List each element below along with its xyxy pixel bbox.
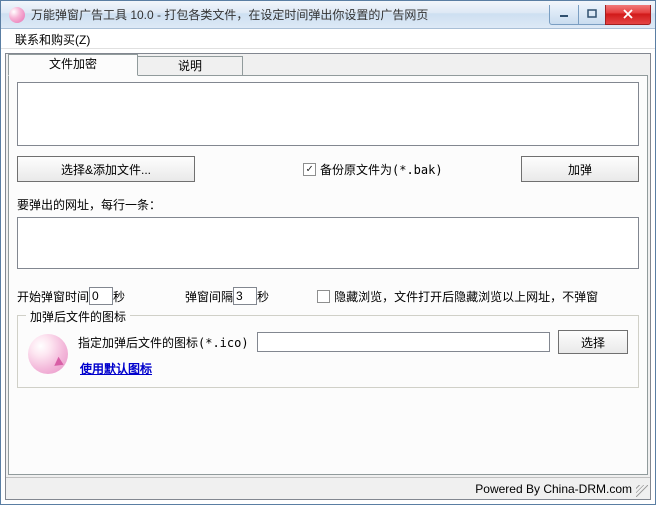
- app-icon: [9, 7, 25, 23]
- choose-icon-button[interactable]: 选择: [558, 330, 628, 354]
- status-text: Powered By China-DRM.com: [475, 482, 632, 496]
- use-default-icon-link[interactable]: 使用默认图标: [80, 360, 628, 377]
- status-bar: Powered By China-DRM.com: [6, 477, 650, 499]
- icon-groupbox: 加弹后文件的图标 指定加弹后文件的图标(*.ico) 选择 使用默认图标: [17, 315, 639, 388]
- close-button[interactable]: [605, 5, 651, 25]
- icon-spec-label: 指定加弹后文件的图标(*.ico): [78, 334, 249, 351]
- menu-contact[interactable]: 联系和购买(Z): [9, 31, 96, 49]
- client-area: 文件加密 说明 选择&添加文件... 备份原文件为(*.bak) 加弹 要弹出的…: [5, 53, 651, 500]
- tab-help[interactable]: 说明: [138, 56, 243, 76]
- icon-path-input[interactable]: [257, 332, 550, 352]
- checkbox-icon: [317, 290, 330, 303]
- resize-grip-icon[interactable]: [636, 485, 648, 497]
- tab-panel-encrypt: 选择&添加文件... 备份原文件为(*.bak) 加弹 要弹出的网址，每行一条：…: [8, 75, 648, 475]
- encrypt-button[interactable]: 加弹: [521, 156, 639, 182]
- app-window: 万能弹窗广告工具 10.0 - 打包各类文件，在设定时间弹出你设置的广告网页 联…: [0, 0, 656, 505]
- hidden-browse-checkbox[interactable]: 隐藏浏览，文件打开后隐藏浏览以上网址，不弹窗: [317, 288, 598, 305]
- title-bar[interactable]: 万能弹窗广告工具 10.0 - 打包各类文件，在设定时间弹出你设置的广告网页: [1, 1, 655, 29]
- icon-controls: 指定加弹后文件的图标(*.ico) 选择 使用默认图标: [78, 330, 628, 377]
- window-title: 万能弹窗广告工具 10.0 - 打包各类文件，在设定时间弹出你设置的广告网页: [31, 6, 550, 23]
- minimize-button[interactable]: [549, 5, 579, 25]
- backup-checkbox[interactable]: 备份原文件为(*.bak): [303, 161, 443, 178]
- file-list-textarea[interactable]: [17, 82, 639, 146]
- start-time-label: 开始弹窗时间: [17, 288, 89, 305]
- groupbox-legend: 加弹后文件的图标: [26, 308, 130, 325]
- checkbox-icon: [303, 163, 316, 176]
- sphere-arrow-icon: [28, 334, 68, 374]
- urls-label: 要弹出的网址，每行一条：: [17, 196, 161, 213]
- timing-row: 开始弹窗时间 秒 弹窗间隔 秒 隐藏浏览，文件打开后隐藏浏览以上网址，不弹窗: [17, 287, 639, 305]
- start-time-input[interactable]: [89, 287, 113, 305]
- window-controls: [550, 5, 651, 25]
- select-add-files-button[interactable]: 选择&添加文件...: [17, 156, 195, 182]
- interval-input[interactable]: [233, 287, 257, 305]
- maximize-button[interactable]: [578, 5, 606, 25]
- menu-bar: 联系和购买(Z): [1, 29, 655, 49]
- urls-textarea[interactable]: [17, 217, 639, 269]
- backup-label: 备份原文件为(*.bak): [320, 161, 443, 178]
- urls-label-row: 要弹出的网址，每行一条：: [17, 196, 639, 213]
- file-actions-row: 选择&添加文件... 备份原文件为(*.bak) 加弹: [17, 156, 639, 182]
- seconds-label-1: 秒: [113, 288, 125, 305]
- seconds-label-2: 秒: [257, 288, 269, 305]
- hidden-browse-label: 隐藏浏览，文件打开后隐藏浏览以上网址，不弹窗: [334, 288, 598, 305]
- interval-label: 弹窗间隔: [185, 288, 233, 305]
- tab-strip: 文件加密 说明: [6, 54, 650, 76]
- tab-encrypt[interactable]: 文件加密: [8, 54, 138, 76]
